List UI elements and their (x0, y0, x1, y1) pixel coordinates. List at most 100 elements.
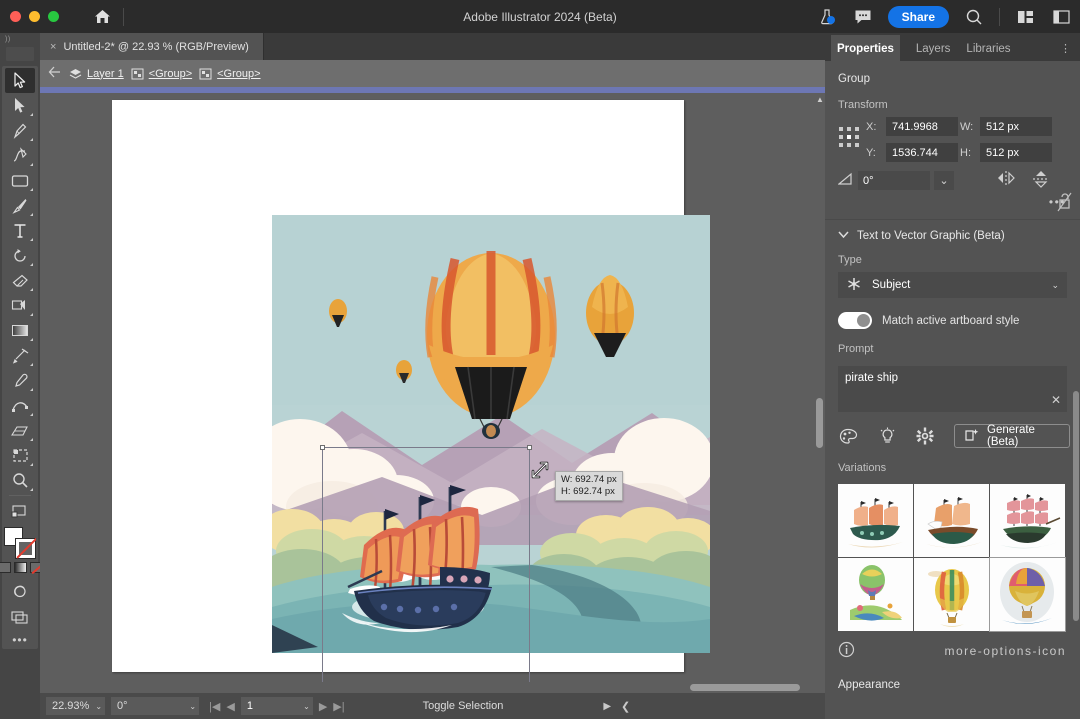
dock-collapse-label[interactable]: )) (0, 33, 40, 43)
x-input[interactable]: 741.9968 (886, 117, 958, 136)
shape-builder-tool[interactable] (5, 293, 35, 318)
close-icon[interactable]: × (50, 41, 56, 53)
match-style-row[interactable]: Match active artboard style (825, 298, 1080, 329)
tab-layers[interactable]: Layers (916, 43, 951, 61)
chevron-down-icon[interactable]: ⌄ (95, 702, 102, 711)
canvas-area[interactable]: Layer 1 <Group> <Group> ▲ ▼ (40, 60, 825, 693)
zoom-level-field[interactable]: 22.93% ⌄ (46, 697, 106, 715)
type-select[interactable]: Subject ⌄ (838, 272, 1067, 298)
fill-and-stroke-controls[interactable] (3, 526, 37, 560)
share-button[interactable]: Share (887, 5, 949, 28)
breadcrumb-item-group-2[interactable]: <Group> (199, 68, 261, 80)
clear-x-icon[interactable]: ✕ (1051, 393, 1061, 407)
y-input[interactable]: 1536.744 (886, 143, 958, 162)
color-mode-swatches[interactable] (0, 562, 43, 573)
type-tool[interactable] (5, 218, 35, 243)
minimize-window-button[interactable] (29, 11, 40, 22)
chevron-down-icon[interactable] (838, 230, 849, 242)
height-input[interactable]: 512 px (980, 143, 1052, 162)
maximize-window-button[interactable] (48, 11, 59, 22)
more-options-icon[interactable]: more-options-icon (944, 644, 1066, 658)
flip-vertical-icon[interactable] (1032, 170, 1050, 191)
tab-libraries[interactable]: Libraries (966, 43, 1010, 61)
breadcrumb-item-group-1[interactable]: <Group> (131, 68, 192, 80)
curvature-tool[interactable] (5, 143, 35, 168)
scrollbar-thumb[interactable] (690, 684, 800, 691)
arrange-documents-icon[interactable] (1014, 6, 1036, 28)
width-tool[interactable] (5, 343, 35, 368)
panel-menu-icon[interactable]: ⋮ (1060, 42, 1080, 61)
workspace-switcher-icon[interactable] (1050, 6, 1072, 28)
artboard-tool[interactable] (5, 443, 35, 468)
canvas-horizontal-scrollbar[interactable] (40, 682, 825, 693)
comment-icon[interactable] (852, 6, 874, 28)
rotate-tool[interactable] (5, 243, 35, 268)
direct-selection-tool[interactable] (5, 93, 35, 118)
home-icon[interactable] (87, 5, 117, 29)
width-input[interactable]: 512 px (980, 117, 1052, 136)
artwork-graphic[interactable] (272, 215, 710, 653)
selection-tool[interactable] (5, 68, 35, 93)
artboard[interactable]: W: 692.74 px H: 692.74 px (112, 100, 710, 691)
pen-tool[interactable] (5, 118, 35, 143)
scroll-up-arrow-icon[interactable]: ▲ (816, 95, 824, 104)
variation-3[interactable] (990, 484, 1065, 557)
reference-point-selector[interactable] (838, 126, 864, 153)
palette-icon[interactable] (839, 426, 858, 446)
zoom-tool[interactable] (5, 468, 35, 493)
link-broken-icon[interactable] (1057, 191, 1072, 216)
lightbulb-icon[interactable] (878, 426, 896, 446)
search-icon[interactable] (963, 6, 985, 28)
canvas-vertical-scrollbar[interactable]: ▲ ▼ (814, 93, 825, 693)
close-window-button[interactable] (10, 11, 21, 22)
chevron-down-icon[interactable]: ⌄ (934, 171, 954, 190)
toolbar-more-button[interactable]: ••• (12, 633, 28, 647)
breadcrumb-item-layer[interactable]: Layer 1 (69, 68, 124, 80)
artboard-number-field[interactable]: 1 ⌄ (240, 697, 313, 715)
perspective-grid-tool[interactable] (5, 418, 35, 443)
generate-button[interactable]: Generate (Beta) (954, 424, 1070, 448)
free-transform-tool[interactable] (5, 393, 35, 418)
text-to-vector-header[interactable]: Text to Vector Graphic (Beta) (825, 220, 1080, 242)
rectangle-tool[interactable] (5, 168, 35, 193)
eraser-tool[interactable] (5, 268, 35, 293)
drawing-mode-icon[interactable] (5, 579, 35, 604)
variation-6[interactable] (989, 557, 1066, 632)
document-tab[interactable]: × Untitled-2* @ 22.93 % (RGB/Preview) (40, 33, 264, 60)
next-artboard-icon[interactable]: ▶ (319, 700, 327, 713)
eyedropper-tool[interactable] (5, 368, 35, 393)
status-expand-icon[interactable]: ▶ (603, 701, 611, 712)
scrollbar-thumb[interactable] (816, 398, 823, 448)
status-mode-label[interactable]: Toggle Selection (423, 700, 504, 712)
chevron-down-icon[interactable]: ⌄ (189, 702, 196, 711)
tab-properties[interactable]: Properties (831, 35, 900, 61)
rotation-input[interactable]: 0° (858, 171, 930, 190)
chevron-down-icon[interactable]: ⌄ (303, 702, 310, 711)
settings-gear-icon[interactable] (916, 426, 934, 446)
prompt-input[interactable]: pirate ship ✕ (838, 366, 1067, 412)
variation-1[interactable] (838, 484, 913, 557)
screen-mode-tool[interactable] (5, 498, 35, 523)
info-icon[interactable] (838, 641, 855, 661)
screen-mode-cycle-icon[interactable] (5, 604, 35, 629)
variation-5[interactable] (914, 558, 989, 631)
color-swatch-button[interactable] (0, 562, 11, 573)
chevron-down-icon[interactable]: ⌄ (1051, 280, 1059, 291)
match-artboard-style-toggle[interactable] (838, 312, 872, 329)
dock-mini-panel[interactable] (6, 47, 34, 61)
paintbrush-tool[interactable] (5, 193, 35, 218)
previous-artboard-icon[interactable]: ◀ (226, 700, 234, 713)
properties-panel-scrollbar[interactable] (1073, 391, 1079, 691)
variation-2[interactable] (914, 484, 989, 557)
last-artboard-icon[interactable]: ▶| (333, 700, 344, 713)
flip-horizontal-icon[interactable] (996, 170, 1016, 191)
rotation-field[interactable]: 0° ⌄ (111, 697, 200, 715)
scrollbar-thumb[interactable] (1073, 391, 1079, 621)
window-controls[interactable] (0, 11, 59, 22)
beta-flask-icon[interactable] (816, 6, 838, 28)
back-arrow-icon[interactable] (48, 66, 62, 81)
transform-more-options[interactable]: ••• (825, 191, 1080, 209)
status-collapse-icon[interactable]: ❮ (621, 700, 630, 713)
variation-4[interactable] (838, 558, 913, 631)
first-artboard-icon[interactable]: |◀ (209, 700, 220, 713)
